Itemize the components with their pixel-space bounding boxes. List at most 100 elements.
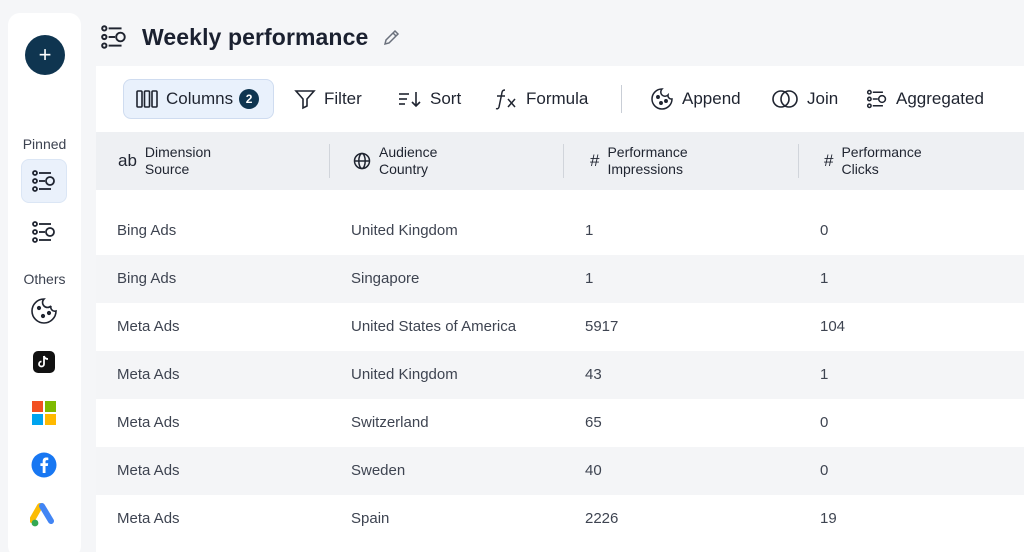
pinned-flow-item[interactable] bbox=[21, 210, 67, 254]
number-type-icon: # bbox=[590, 151, 600, 170]
google-ads-icon bbox=[30, 503, 54, 527]
formula-button[interactable]: Formula bbox=[494, 79, 588, 119]
table-row[interactable]: Meta Ads Switzerland 65 0 bbox=[96, 399, 1024, 447]
cell-impressions: 2226 bbox=[585, 510, 619, 527]
table-header: ab Dimension Source Audience Country # P… bbox=[96, 132, 1024, 190]
toolbar-divider bbox=[621, 85, 622, 113]
pinned-flow-item-active[interactable] bbox=[21, 159, 67, 203]
left-rail: + Pinned Others bbox=[8, 13, 81, 552]
cell-impressions: 5917 bbox=[585, 318, 619, 335]
aggregated-label: Aggregated bbox=[896, 89, 984, 108]
table-row[interactable]: Bing Ads Singapore 1 1 bbox=[96, 255, 1024, 303]
append-icon bbox=[651, 88, 673, 110]
column-header-line2: Source bbox=[144, 161, 190, 177]
table-row[interactable]: Meta Ads Spain 2226 19 bbox=[96, 495, 1024, 543]
filter-icon bbox=[294, 90, 316, 110]
column-header-line1: Audience bbox=[379, 144, 438, 160]
append-button[interactable]: Append bbox=[650, 79, 741, 119]
data-panel: Columns 2 Filter Sort Formula Append Joi… bbox=[96, 66, 1024, 552]
columns-icon bbox=[136, 90, 158, 108]
cell-country: United Kingdom bbox=[351, 366, 458, 383]
column-header-line1: Dimension bbox=[144, 144, 212, 160]
join-button[interactable]: Join bbox=[771, 79, 838, 119]
table-body: Bing Ads United Kingdom 1 0 Bing Ads Sin… bbox=[96, 190, 1024, 552]
number-type-icon: # bbox=[824, 151, 834, 170]
cell-country: Sweden bbox=[351, 462, 406, 479]
append-label: Append bbox=[682, 89, 741, 108]
others-label: Others bbox=[23, 271, 66, 287]
cell-clicks: 0 bbox=[820, 414, 829, 431]
cell-clicks: 1 bbox=[820, 270, 829, 287]
microsoft-source-item[interactable] bbox=[21, 391, 67, 435]
column-separator[interactable] bbox=[563, 144, 564, 178]
flow-icon bbox=[101, 25, 126, 49]
flow-icon bbox=[32, 170, 55, 192]
cell-clicks: 1 bbox=[820, 366, 829, 383]
cell-impressions: 1 bbox=[585, 222, 594, 239]
cell-source: Meta Ads bbox=[117, 414, 180, 431]
facebook-source-item[interactable] bbox=[21, 443, 67, 487]
sort-label: Sort bbox=[430, 89, 462, 108]
cell-source: Bing Ads bbox=[117, 222, 177, 239]
cell-impressions: 43 bbox=[585, 366, 602, 383]
cell-country: Spain bbox=[351, 510, 390, 527]
google-ads-source-item[interactable] bbox=[21, 494, 67, 538]
cell-impressions: 1 bbox=[585, 270, 594, 287]
column-separator[interactable] bbox=[798, 144, 799, 178]
tiktok-source-item[interactable] bbox=[21, 340, 67, 384]
cell-country: United Kingdom bbox=[351, 222, 458, 239]
columns-label: Columns bbox=[166, 89, 234, 108]
filter-button[interactable]: Filter bbox=[294, 79, 362, 119]
flow-icon bbox=[32, 221, 55, 243]
cell-clicks: 104 bbox=[820, 318, 846, 335]
toolbar: Columns 2 Filter Sort Formula Append Joi… bbox=[96, 66, 1024, 132]
cell-source: Meta Ads bbox=[117, 366, 180, 383]
filter-label: Filter bbox=[324, 89, 362, 108]
cell-source: Bing Ads bbox=[117, 270, 177, 287]
cookie-source-item[interactable] bbox=[21, 289, 67, 333]
column-header-country[interactable]: Audience Country bbox=[353, 132, 437, 190]
cell-country: United States of America bbox=[351, 318, 517, 335]
cell-clicks: 19 bbox=[820, 510, 837, 527]
facebook-icon bbox=[31, 452, 57, 478]
join-label: Join bbox=[807, 89, 839, 108]
cell-country: Switzerland bbox=[351, 414, 429, 431]
table-row[interactable]: Meta Ads United Kingdom 43 1 bbox=[96, 351, 1024, 399]
column-header-line1: Performance bbox=[607, 144, 688, 160]
formula-icon bbox=[495, 89, 516, 110]
column-header-source[interactable]: ab Dimension Source bbox=[118, 132, 211, 190]
microsoft-icon bbox=[32, 401, 56, 425]
aggregated-button[interactable]: Aggregated bbox=[866, 79, 984, 119]
pinned-label: Pinned bbox=[22, 136, 67, 152]
columns-count-badge: 2 bbox=[239, 89, 260, 109]
page-title: Weekly performance bbox=[142, 23, 369, 50]
cell-impressions: 65 bbox=[585, 414, 602, 431]
column-separator[interactable] bbox=[329, 144, 330, 178]
table-row[interactable]: Meta Ads United States of America 5917 1… bbox=[96, 303, 1024, 351]
column-header-line2: Country bbox=[379, 161, 429, 177]
column-header-line2: Clicks bbox=[841, 161, 879, 177]
columns-button[interactable]: Columns 2 bbox=[123, 79, 274, 119]
cell-impressions: 40 bbox=[585, 462, 602, 479]
page-header: Weekly performance bbox=[100, 20, 402, 54]
cell-source: Meta Ads bbox=[117, 318, 180, 335]
cell-country: Singapore bbox=[351, 270, 420, 287]
column-header-line2: Impressions bbox=[607, 161, 683, 177]
aggregated-icon bbox=[866, 89, 887, 109]
table-row[interactable]: Bing Ads United Kingdom 1 0 bbox=[96, 207, 1024, 255]
tiktok-icon bbox=[33, 351, 55, 373]
column-header-clicks[interactable]: # Performance Clicks bbox=[824, 132, 922, 190]
globe-icon bbox=[353, 152, 371, 170]
cell-clicks: 0 bbox=[820, 462, 829, 479]
cell-source: Meta Ads bbox=[117, 462, 180, 479]
text-type-icon: ab bbox=[118, 151, 137, 170]
sort-button[interactable]: Sort bbox=[398, 79, 461, 119]
table-row[interactable]: Meta Ads Sweden 40 0 bbox=[96, 447, 1024, 495]
join-icon bbox=[772, 90, 798, 108]
cell-source: Meta Ads bbox=[117, 510, 180, 527]
cell-clicks: 0 bbox=[820, 222, 829, 239]
pencil-icon[interactable] bbox=[382, 27, 402, 47]
column-header-impressions[interactable]: # Performance Impressions bbox=[590, 132, 688, 190]
formula-label: Formula bbox=[526, 89, 589, 108]
add-button[interactable]: + bbox=[25, 35, 65, 75]
